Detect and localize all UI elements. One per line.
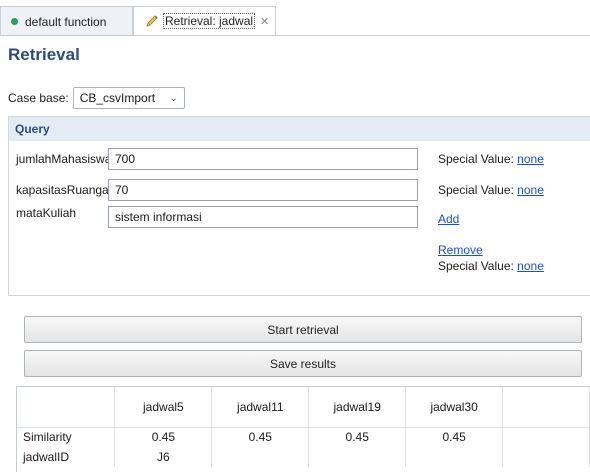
- function-status-icon: [11, 18, 18, 25]
- results-table: jadwal5 jadwal11 jadwal19 jadwal30 Simil…: [16, 386, 590, 472]
- table-cell: 0.45: [114, 427, 213, 447]
- table-cell: [405, 447, 504, 467]
- table-cell: [308, 447, 407, 467]
- query-row-matakuliah: mataKuliah sistem informasi: [16, 206, 418, 228]
- special-value-jumlahmahasiswa: Special Value: none: [438, 152, 544, 166]
- special-value-kapasitasruangan: Special Value: none: [438, 183, 544, 197]
- field-label: kapasitasRuangan: [16, 183, 116, 197]
- table-row: jadwalID J6: [17, 447, 590, 467]
- tab-label: Retrieval: jadwal: [162, 13, 256, 29]
- kapasitasruangan-input[interactable]: 70: [108, 179, 418, 201]
- matakuliah-input[interactable]: sistem informasi: [108, 206, 418, 228]
- table-cell: [502, 447, 590, 467]
- table-header-cell[interactable]: jadwal11: [211, 387, 310, 428]
- chevron-down-icon: ⌄: [169, 92, 178, 104]
- close-tab-icon[interactable]: ✕: [260, 15, 269, 28]
- start-retrieval-button[interactable]: Start retrieval: [24, 316, 582, 343]
- page-title: Retrieval: [8, 45, 80, 64]
- table-header-cell: [502, 387, 590, 428]
- table-cell: [502, 427, 590, 447]
- table-header-cell[interactable]: jadwal5: [114, 387, 213, 428]
- field-label: mataKuliah: [16, 206, 77, 220]
- table-header-row: jadwal5 jadwal11 jadwal19 jadwal30: [17, 387, 590, 428]
- row-label: Similarity: [17, 427, 116, 447]
- editor-tab-bar: default function Retrieval: jadwal ✕: [0, 0, 590, 36]
- remove-link[interactable]: Remove: [438, 243, 483, 257]
- query-row-kapasitasruangan: kapasitasRuangan 70: [16, 179, 418, 201]
- special-value-link[interactable]: none: [517, 259, 544, 273]
- tab-retrieval-jadwal[interactable]: Retrieval: jadwal ✕: [133, 6, 276, 36]
- field-value: 70: [115, 183, 129, 197]
- query-row-jumlahmahasiswa: jumlahMahasiswa 700: [16, 148, 418, 170]
- table-cell: 0.45: [405, 427, 504, 447]
- save-results-button[interactable]: Save results: [24, 350, 582, 377]
- field-label: jumlahMahasiswa: [16, 152, 112, 166]
- case-base-label: Case base:: [8, 91, 69, 105]
- field-value: 700: [115, 152, 136, 166]
- table-row: Similarity 0.45 0.45 0.45 0.45: [17, 427, 590, 447]
- tab-default-function[interactable]: default function: [0, 6, 133, 36]
- special-value-label: Special Value:: [438, 183, 514, 197]
- table-cell: J6: [114, 447, 213, 467]
- special-value-link[interactable]: none: [517, 183, 544, 197]
- case-base-select[interactable]: CB_csvImport ⌄: [72, 87, 185, 109]
- case-base-value: CB_csvImport: [79, 91, 156, 105]
- jumlahmahasiswa-input[interactable]: 700: [108, 148, 418, 170]
- special-value-matakuliah: Special Value: none: [438, 259, 544, 273]
- special-value-link[interactable]: none: [517, 152, 544, 166]
- case-base-row: Case base: CB_csvImport ⌄: [8, 87, 185, 109]
- query-section-header[interactable]: Query: [9, 117, 590, 141]
- field-value: sistem informasi: [115, 210, 202, 224]
- row-label: jadwalID: [17, 447, 116, 467]
- table-header-cell[interactable]: jadwal19: [308, 387, 407, 428]
- table-cell: 0.45: [211, 427, 310, 447]
- table-cell: 0.45: [308, 427, 407, 447]
- table-cell: [211, 447, 310, 467]
- add-link[interactable]: Add: [438, 212, 459, 226]
- tab-divider: [0, 35, 590, 36]
- pencil-icon: [146, 15, 158, 27]
- table-header-cell[interactable]: jadwal30: [405, 387, 504, 428]
- special-value-label: Special Value:: [438, 259, 514, 273]
- table-header-cell: [17, 387, 116, 428]
- special-value-label: Special Value:: [438, 152, 514, 166]
- tab-label: default function: [25, 14, 107, 29]
